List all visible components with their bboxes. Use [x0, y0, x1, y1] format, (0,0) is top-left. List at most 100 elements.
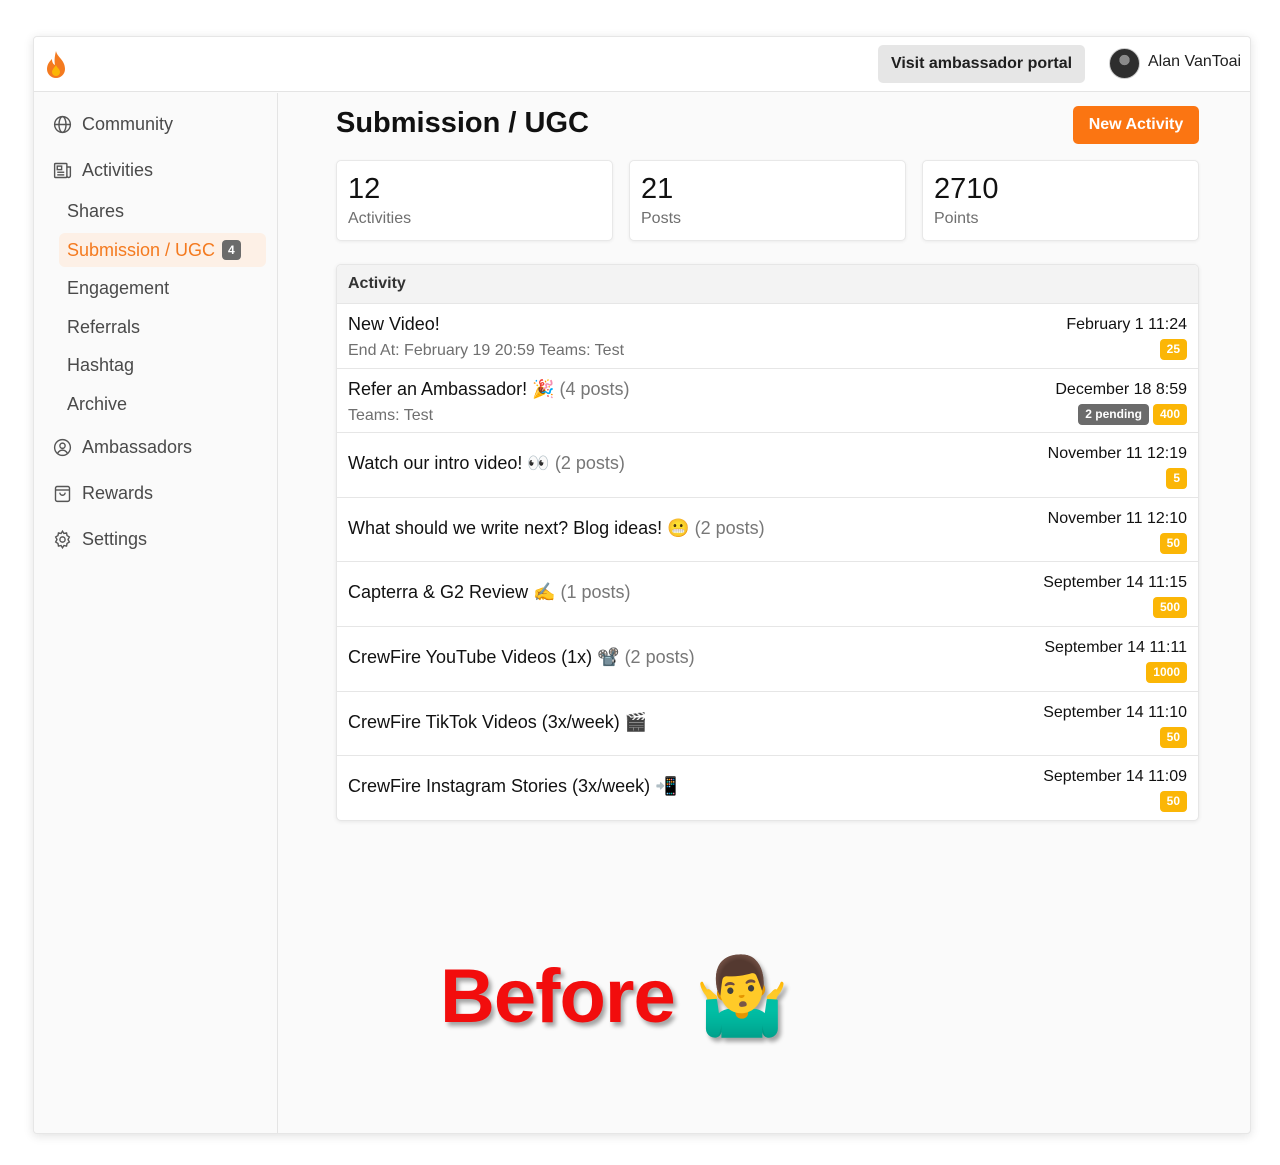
row-date: September 14 11:15 — [1043, 574, 1187, 592]
row-title[interactable]: Watch our intro video! 👀 (2 posts) — [348, 453, 625, 474]
stat-value: 21 — [641, 173, 674, 205]
row-date: December 18 8:59 — [1055, 380, 1187, 398]
page-title: Submission / UGC — [336, 107, 589, 139]
row-title[interactable]: CrewFire TikTok Videos (3x/week) 🎬 — [348, 712, 647, 733]
points-badge: 50 — [1159, 791, 1187, 813]
row-date: February 1 11:24 — [1066, 316, 1187, 333]
stat-value: 12 — [348, 173, 381, 205]
row-badges: 1000 — [1146, 661, 1187, 683]
activity-title: CrewFire TikTok Videos (3x/week) 🎬 — [348, 711, 648, 732]
row-date: November 11 12:10 — [1047, 509, 1187, 527]
row-title[interactable]: CrewFire Instagram Stories (3x/week) 📲 — [348, 776, 678, 797]
table-row[interactable]: New Video! End At: February 19 20:59 Tea… — [337, 303, 1198, 368]
points-badge: 50 — [1159, 726, 1187, 748]
stat-card-points: 2710 Points — [922, 160, 1199, 241]
post-count: (2 posts) — [554, 453, 625, 474]
new-activity-button[interactable]: New Activity — [1073, 106, 1199, 144]
post-count: (4 posts) — [559, 378, 630, 399]
points-badge: 25 — [1159, 339, 1187, 360]
activity-title: Capterra & G2 Review ✍️ — [348, 582, 556, 603]
activity-title: Refer an Ambassador! 🎉 — [348, 378, 555, 399]
stat-label: Activities — [348, 210, 412, 227]
globe-icon — [53, 115, 72, 133]
row-subtitle: End At: February 19 20:59 Teams: Test — [348, 342, 625, 359]
post-count: (1 posts) — [560, 582, 631, 603]
row-badges: 50 — [1159, 791, 1187, 813]
sidebar-item-settings[interactable]: Settings — [52, 526, 147, 552]
points-badge: 500 — [1152, 597, 1187, 619]
sidebar-item-shares[interactable]: Shares — [59, 194, 266, 228]
newspaper-icon — [53, 162, 72, 178]
row-badges: 5 — [1166, 468, 1187, 490]
stat-label: Points — [934, 210, 979, 227]
top-bar: Visit ambassador portal Alan VanToai — [34, 37, 1250, 92]
before-caption: Before 🤷‍♂️ — [440, 954, 789, 1039]
sidebar-item-activities[interactable]: Activities — [52, 157, 153, 183]
post-count: (2 posts) — [694, 517, 765, 538]
sidebar-item-label: Hashtag — [67, 354, 135, 375]
table-row[interactable]: What should we write next? Blog ideas! 😬… — [337, 496, 1198, 562]
stat-label: Posts — [641, 210, 682, 227]
sidebar-item-label: Engagement — [67, 277, 170, 298]
table-row[interactable]: CrewFire TikTok Videos (3x/week) 🎬 Septe… — [337, 690, 1198, 756]
table-row[interactable]: Capterra & G2 Review ✍️ (1 posts) Septem… — [337, 561, 1198, 626]
sidebar-item-label: Ambassadors — [82, 436, 193, 457]
activity-title: CrewFire Instagram Stories (3x/week) 📲 — [348, 776, 678, 797]
sidebar-item-engagement[interactable]: Engagement — [59, 271, 266, 305]
row-date: September 14 11:10 — [1043, 703, 1187, 721]
table-row[interactable]: Watch our intro video! 👀 (2 posts) Novem… — [337, 432, 1198, 497]
row-title[interactable]: New Video! — [348, 314, 440, 335]
row-date: November 11 12:19 — [1047, 445, 1187, 463]
table-row[interactable]: CrewFire Instagram Stories (3x/week) 📲 S… — [337, 755, 1198, 820]
user-circle-icon — [53, 438, 72, 456]
table-row[interactable]: CrewFire YouTube Videos (1x) 📽️ (2 posts… — [337, 625, 1198, 691]
sidebar-item-label: Community — [82, 113, 174, 134]
avatar[interactable] — [1109, 48, 1140, 79]
stat-card-posts: 21 Posts — [629, 160, 906, 241]
row-subtitle: Teams: Test — [348, 406, 434, 424]
row-badges: 50 — [1159, 532, 1187, 554]
row-title[interactable]: CrewFire YouTube Videos (1x) 📽️ (2 posts… — [348, 647, 695, 668]
sidebar-item-label: Archive — [67, 393, 128, 414]
row-badges: 2 pending 400 — [1078, 403, 1187, 425]
sidebar-item-label: Activities — [82, 159, 154, 180]
stat-card-activities: 12 Activities — [336, 160, 613, 241]
visit-portal-button[interactable]: Visit ambassador portal — [878, 45, 1085, 83]
table-row[interactable]: Refer an Ambassador! 🎉 (4 posts) Teams: … — [337, 367, 1198, 433]
row-badges: 50 — [1159, 726, 1187, 748]
row-badges: 25 — [1159, 339, 1187, 360]
activity-title: New Video! — [348, 314, 440, 334]
count-badge: 4 — [222, 240, 241, 260]
points-badge: 1000 — [1146, 661, 1187, 683]
post-count: (2 posts) — [624, 646, 695, 667]
pending-badge: 2 pending — [1078, 403, 1149, 425]
sidebar-item-referrals[interactable]: Referrals — [59, 310, 266, 344]
sidebar-item-label: Settings — [82, 528, 148, 549]
activity-title: What should we write next? Blog ideas! 😬 — [348, 517, 690, 538]
sidebar-item-label: Rewards — [82, 482, 154, 503]
row-title[interactable]: Refer an Ambassador! 🎉 (4 posts) — [348, 379, 630, 400]
sidebar-item-archive[interactable]: Archive — [59, 387, 266, 421]
sidebar-item-hashtag[interactable]: Hashtag — [59, 348, 266, 382]
sidebar-item-community[interactable]: Community — [52, 111, 173, 137]
table-header: Activity — [337, 265, 1198, 303]
activity-table: Activity New Video! End At: February 19 … — [336, 264, 1199, 821]
activity-title: Watch our intro video! 👀 — [348, 453, 550, 474]
sidebar-item-rewards[interactable]: Rewards — [52, 480, 153, 506]
points-badge: 5 — [1166, 468, 1187, 490]
user-name[interactable]: Alan VanToai — [1148, 53, 1241, 71]
sidebar-item-label: Submission / UGC — [67, 239, 216, 260]
points-badge: 400 — [1152, 403, 1187, 425]
row-title[interactable]: Capterra & G2 Review ✍️ (1 posts) — [348, 582, 631, 603]
shopping-bag-icon — [54, 485, 71, 502]
sidebar-item-label: Shares — [67, 200, 125, 221]
sidebar-item-submission-ugc[interactable]: Submission / UGC 4 — [59, 233, 266, 267]
activity-title: CrewFire YouTube Videos (1x) 📽️ — [348, 646, 620, 667]
row-badges: 500 — [1152, 597, 1187, 619]
sidebar-item-ambassadors[interactable]: Ambassadors — [52, 434, 192, 460]
row-date: September 14 11:11 — [1044, 638, 1187, 656]
sidebar-item-label: Referrals — [67, 316, 141, 337]
flame-logo-icon[interactable] — [43, 50, 69, 80]
row-title[interactable]: What should we write next? Blog ideas! 😬… — [348, 518, 765, 539]
row-date: September 14 11:09 — [1043, 768, 1187, 786]
